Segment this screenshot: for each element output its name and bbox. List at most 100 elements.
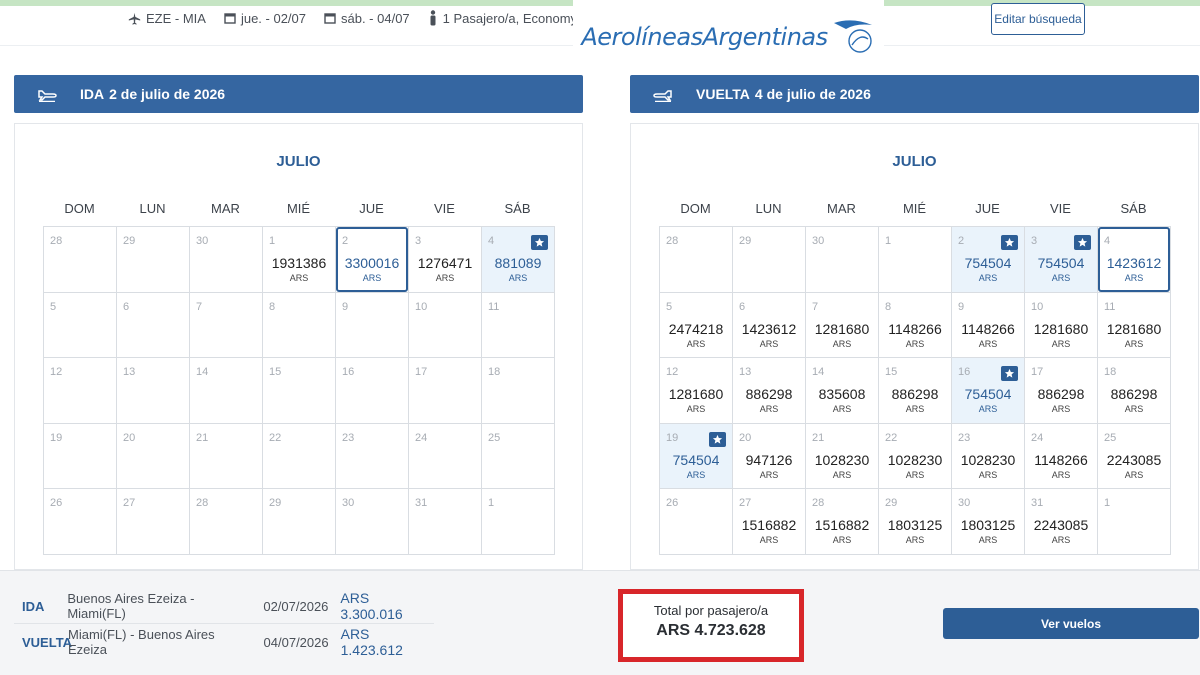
weekday-label: MAR bbox=[827, 201, 856, 216]
day-cell[interactable]: 31 2243085 ARS bbox=[1025, 489, 1098, 555]
day-cell: 16 bbox=[336, 358, 409, 424]
day-cell[interactable]: 18 886298 ARS bbox=[1098, 358, 1171, 424]
day-cell[interactable]: 15 886298 ARS bbox=[879, 358, 952, 424]
vuelta-summary-amount: ARS 1.423.612 bbox=[340, 626, 403, 658]
day-cell[interactable]: 27 1516882 ARS bbox=[733, 489, 806, 555]
day-cell[interactable]: 3 1276471 ARS bbox=[409, 227, 482, 293]
day-cell[interactable]: 24 1148266 ARS bbox=[1025, 423, 1098, 489]
day-cell[interactable]: 17 886298 ARS bbox=[1025, 358, 1098, 424]
day-cell: 20 bbox=[117, 423, 190, 489]
day-cell: 29 bbox=[117, 227, 190, 293]
day-currency: ARS bbox=[1051, 535, 1071, 545]
day-number: 6 bbox=[123, 300, 130, 313]
day-cell[interactable]: 23 1028230 ARS bbox=[952, 423, 1025, 489]
day-cell: 30 bbox=[336, 489, 409, 555]
best-price-star-icon bbox=[709, 431, 726, 447]
day-currency: ARS bbox=[832, 338, 852, 349]
vuelta-weekday-row: DOM LUN MAR MIÉ JUE VIE SÁB bbox=[659, 201, 1170, 216]
vuelta-date: 4 de julio de 2026 bbox=[754, 86, 871, 102]
day-currency: ARS bbox=[435, 273, 455, 283]
day-price: 1281680 bbox=[668, 386, 724, 402]
day-number: 30 bbox=[812, 235, 825, 247]
day-currency: ARS bbox=[905, 535, 925, 545]
day-cell[interactable]: 20 947126 ARS bbox=[733, 423, 806, 489]
day-cell[interactable]: 4 881089 ARS bbox=[482, 227, 555, 293]
day-cell[interactable]: 9 1148266 ARS bbox=[952, 292, 1025, 358]
weekday-label: MIÉ bbox=[286, 201, 311, 216]
day-cell[interactable]: 19 754504 ARS bbox=[660, 423, 733, 489]
departure-text: jue. - 02/07 bbox=[240, 10, 306, 26]
ida-calendar: JULIO DOM LUN MAR MIÉ JUE VIE SÁB 28 29 30 1 19313… bbox=[14, 123, 583, 570]
day-cell[interactable]: 28 1516882 ARS bbox=[806, 489, 879, 555]
day-cell[interactable]: 29 1803125 ARS bbox=[879, 489, 952, 555]
day-number: 1 bbox=[269, 235, 276, 247]
day-cell[interactable]: 1 1931386 ARS bbox=[263, 227, 336, 293]
day-number: 15 bbox=[269, 366, 282, 378]
day-cell[interactable]: 6 1423612 ARS bbox=[733, 292, 806, 358]
day-currency: ARS bbox=[759, 404, 779, 414]
day-number: 1 bbox=[488, 497, 495, 509]
weekday-label: VIE bbox=[434, 201, 455, 216]
day-number: 23 bbox=[958, 431, 971, 444]
vuelta-day-grid: 28 29 30 1 2 754504 ARS 3 754504 ARS 4 1423612 ARS 5 2… bbox=[659, 226, 1171, 555]
day-cell[interactable]: 2 754504 ARS bbox=[952, 227, 1025, 293]
day-price: 947126 bbox=[745, 451, 793, 468]
day-cell[interactable]: 7 1281680 ARS bbox=[806, 292, 879, 358]
day-cell[interactable]: 25 2243085 ARS bbox=[1098, 423, 1171, 489]
day-cell[interactable]: 10 1281680 ARS bbox=[1025, 292, 1098, 358]
day-price: 1803125 bbox=[887, 517, 943, 533]
day-price: 1516882 bbox=[814, 517, 870, 533]
view-flights-button[interactable]: Ver vuelos bbox=[943, 608, 1199, 639]
day-cell: 28 bbox=[660, 227, 733, 293]
day-currency: ARS bbox=[1051, 404, 1071, 414]
day-cell: 11 bbox=[482, 292, 555, 358]
day-cell[interactable]: 8 1148266 ARS bbox=[879, 292, 952, 358]
day-number: 8 bbox=[885, 300, 892, 313]
weekday-label: SÁB bbox=[504, 201, 531, 216]
day-price: 754504 bbox=[964, 386, 1012, 402]
day-number: 9 bbox=[342, 300, 349, 313]
selection-footer: IDA Buenos Aires Ezeiza - Miami(FL) 02/0… bbox=[0, 570, 1200, 675]
day-cell: 30 bbox=[806, 227, 879, 293]
day-cell[interactable]: 12 1281680 ARS bbox=[660, 358, 733, 424]
day-cell: 1 bbox=[1098, 489, 1171, 555]
day-cell: 8 bbox=[263, 292, 336, 358]
day-cell[interactable]: 11 1281680 ARS bbox=[1098, 292, 1171, 358]
ida-weekday-row: DOM LUN MAR MIÉ JUE VIE SÁB bbox=[43, 201, 554, 216]
day-currency: ARS bbox=[759, 469, 779, 480]
calendar-icon bbox=[324, 13, 336, 24]
day-price: 1148266 bbox=[1034, 451, 1088, 468]
day-number: 20 bbox=[739, 431, 752, 444]
day-currency: ARS bbox=[289, 273, 309, 283]
weekday-label: VIE bbox=[1050, 201, 1071, 216]
route-item: EZE - MIA bbox=[128, 11, 206, 26]
day-cell: 28 bbox=[190, 489, 263, 555]
day-price: 1423612 bbox=[1106, 255, 1162, 271]
edit-search-button[interactable]: Editar búsqueda bbox=[991, 3, 1085, 35]
day-cell[interactable]: 21 1028230 ARS bbox=[806, 423, 879, 489]
selected-day-cell[interactable]: 4 1423612 ARS bbox=[1098, 227, 1171, 293]
day-cell: 29 bbox=[263, 489, 336, 555]
day-number: 7 bbox=[812, 300, 819, 313]
logo-bird-icon bbox=[833, 20, 872, 53]
day-cell[interactable]: 3 754504 ARS bbox=[1025, 227, 1098, 293]
day-currency: ARS bbox=[362, 273, 382, 283]
day-number: 29 bbox=[885, 497, 898, 509]
day-cell: 21 bbox=[190, 423, 263, 489]
search-summary: EZE - MIA jue. - 02/07 sáb. - 04/07 1 Pa… bbox=[128, 6, 577, 30]
day-cell: 1 bbox=[482, 489, 555, 555]
day-cell: 28 bbox=[44, 227, 117, 293]
best-price-star-icon bbox=[531, 235, 548, 250]
day-price: 3300016 bbox=[344, 255, 400, 271]
day-cell: 9 bbox=[336, 292, 409, 358]
day-number: 24 bbox=[415, 431, 428, 444]
day-cell[interactable]: 5 2474218 ARS bbox=[660, 292, 733, 358]
selected-day-cell[interactable]: 2 3300016 ARS bbox=[336, 227, 409, 293]
day-cell[interactable]: 22 1028230 ARS bbox=[879, 423, 952, 489]
day-cell[interactable]: 13 886298 ARS bbox=[733, 358, 806, 424]
day-cell[interactable]: 30 1803125 ARS bbox=[952, 489, 1025, 555]
day-cell[interactable]: 16 754504 ARS bbox=[952, 358, 1025, 424]
day-number: 7 bbox=[196, 300, 203, 313]
day-cell[interactable]: 14 835608 ARS bbox=[806, 358, 879, 424]
day-price: 754504 bbox=[964, 255, 1012, 271]
